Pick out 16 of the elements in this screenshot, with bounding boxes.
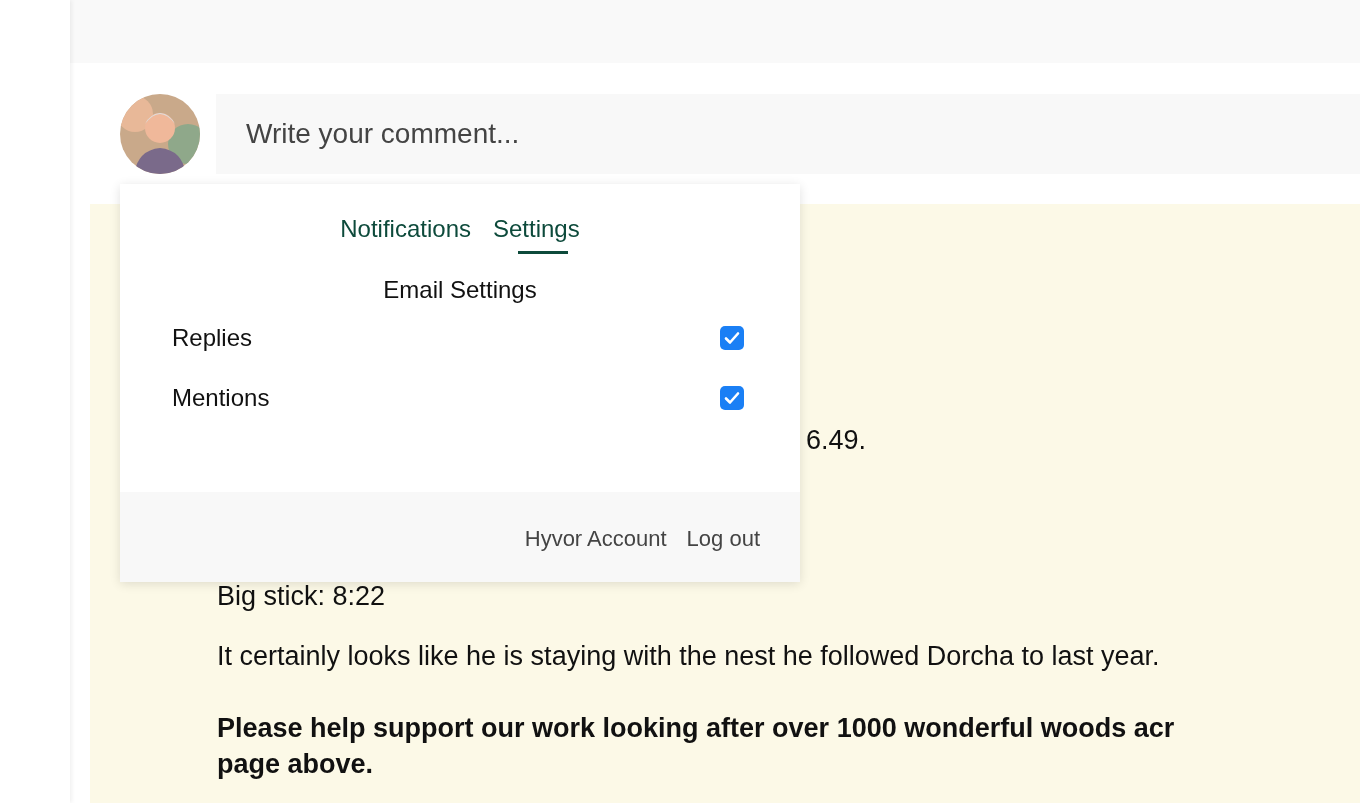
comment-text: 6.49. — [805, 424, 868, 457]
option-label: Replies — [172, 324, 253, 352]
footer-link[interactable]: Hyvor Account — [524, 522, 667, 552]
comment-text: Please help support our work looking after over 1000 wonderful woods acr page above. — [217, 712, 1176, 781]
section-heading: Email Settings — [382, 276, 538, 304]
footer-link[interactable]: Log out — [686, 522, 760, 552]
checkbox[interactable] — [720, 386, 744, 410]
checkbox[interactable] — [720, 326, 744, 350]
comment-text: Big stick: 8:22 — [217, 580, 387, 613]
comment-text: It certainly looks like he is staying with the nest he followed Dorcha to last year. — [217, 640, 1161, 673]
comment-field[interactable]: Write your comment... — [216, 94, 1360, 174]
option-label: Mentions — [172, 384, 270, 412]
check-icon — [724, 391, 740, 405]
check-icon — [724, 331, 740, 345]
tab[interactable]: Notifications — [340, 212, 471, 254]
tab[interactable]: Settings — [493, 212, 580, 254]
